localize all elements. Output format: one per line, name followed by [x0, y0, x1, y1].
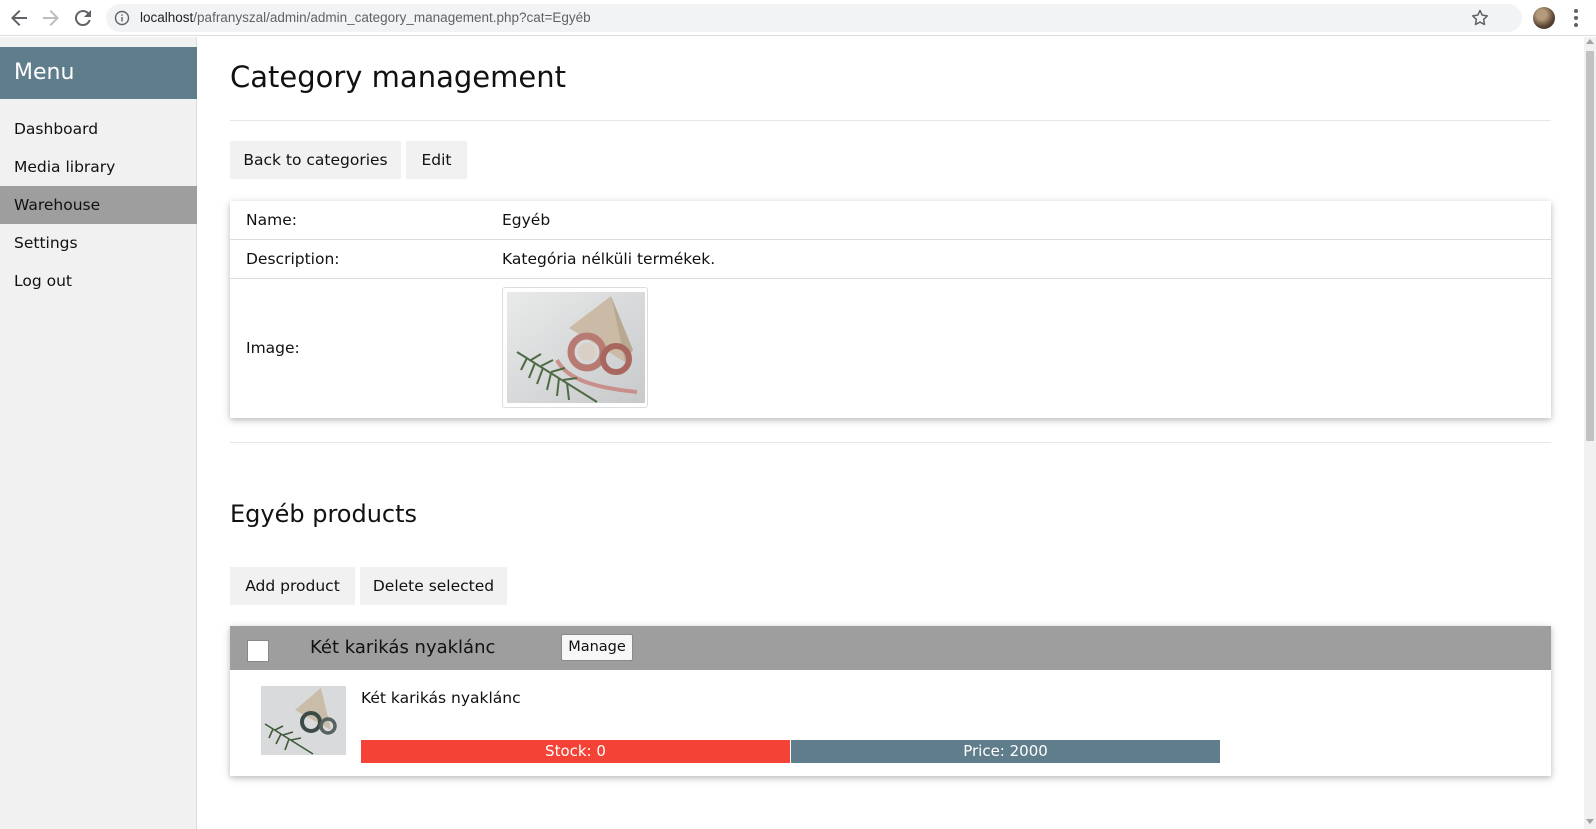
- sidebar-title: Menu: [0, 47, 197, 99]
- url-text: localhost/pafranyszal/admin/admin_catego…: [140, 10, 591, 25]
- info-icon[interactable]: [114, 10, 130, 26]
- scroll-down-arrow-icon[interactable]: [1586, 819, 1594, 824]
- divider: [230, 442, 1551, 443]
- scroll-up-arrow-icon[interactable]: [1586, 39, 1594, 44]
- price-bar: Price: 2000: [791, 740, 1220, 763]
- address-bar[interactable]: localhost/pafranyszal/admin/admin_catego…: [106, 4, 1522, 32]
- detail-row-description: Description: Kategória nélküli termékek.: [230, 240, 1551, 279]
- product-thumbnail: [261, 686, 346, 755]
- reload-icon[interactable]: [71, 6, 95, 30]
- forward-arrow-icon[interactable]: [39, 6, 63, 30]
- sidebar-item-media-library[interactable]: Media library: [0, 148, 197, 186]
- divider: [230, 120, 1551, 121]
- edit-button[interactable]: Edit: [406, 141, 467, 179]
- scroll-thumb[interactable]: [1586, 51, 1594, 441]
- profile-avatar[interactable]: [1533, 7, 1555, 29]
- url-path: /pafranyszal/admin/admin_category_manage…: [193, 10, 591, 25]
- page-title: Category management: [230, 60, 566, 94]
- stock-bar: Stock: 0: [361, 740, 790, 763]
- url-host: localhost: [140, 10, 194, 25]
- add-product-button[interactable]: Add product: [230, 567, 355, 605]
- sidebar-item-settings[interactable]: Settings: [0, 224, 197, 262]
- sidebar-item-warehouse[interactable]: Warehouse: [0, 186, 197, 224]
- page-scrollbar[interactable]: [1584, 37, 1596, 829]
- products-section-title: Egyéb products: [230, 500, 418, 528]
- sidebar-item-log-out[interactable]: Log out: [0, 262, 197, 300]
- product-select-checkbox[interactable]: [247, 640, 269, 662]
- description-value: Kategória nélküli termékek.: [502, 250, 716, 268]
- name-value: Egyéb: [502, 211, 551, 229]
- category-image: [502, 287, 648, 408]
- category-details-card: Name: Egyéb Description: Kategória nélkü…: [230, 201, 1551, 418]
- manage-button[interactable]: Manage: [561, 634, 633, 661]
- sidebar-item-dashboard[interactable]: Dashboard: [0, 110, 197, 148]
- detail-row-name: Name: Egyéb: [230, 201, 1551, 240]
- sidebar: Menu Dashboard Media library Warehouse S…: [0, 37, 197, 829]
- back-to-categories-button[interactable]: Back to categories: [230, 141, 401, 179]
- star-icon[interactable]: [1470, 8, 1490, 28]
- image-label: Image:: [246, 339, 300, 357]
- product-card-header: Két karikás nyaklánc Manage: [230, 626, 1551, 670]
- product-header-name: Két karikás nyaklánc: [310, 637, 496, 658]
- description-label: Description:: [246, 250, 340, 268]
- name-label: Name:: [246, 211, 297, 229]
- kebab-menu-icon[interactable]: [1573, 8, 1579, 28]
- product-card: Két karikás nyaklánc Manage Két karikás …: [230, 626, 1551, 776]
- product-name: Két karikás nyaklánc: [361, 689, 521, 707]
- delete-selected-button[interactable]: Delete selected: [360, 567, 507, 605]
- necklace-photo: [507, 292, 645, 403]
- back-arrow-icon[interactable]: [7, 6, 31, 30]
- browser-toolbar: localhost/pafranyszal/admin/admin_catego…: [0, 0, 1596, 36]
